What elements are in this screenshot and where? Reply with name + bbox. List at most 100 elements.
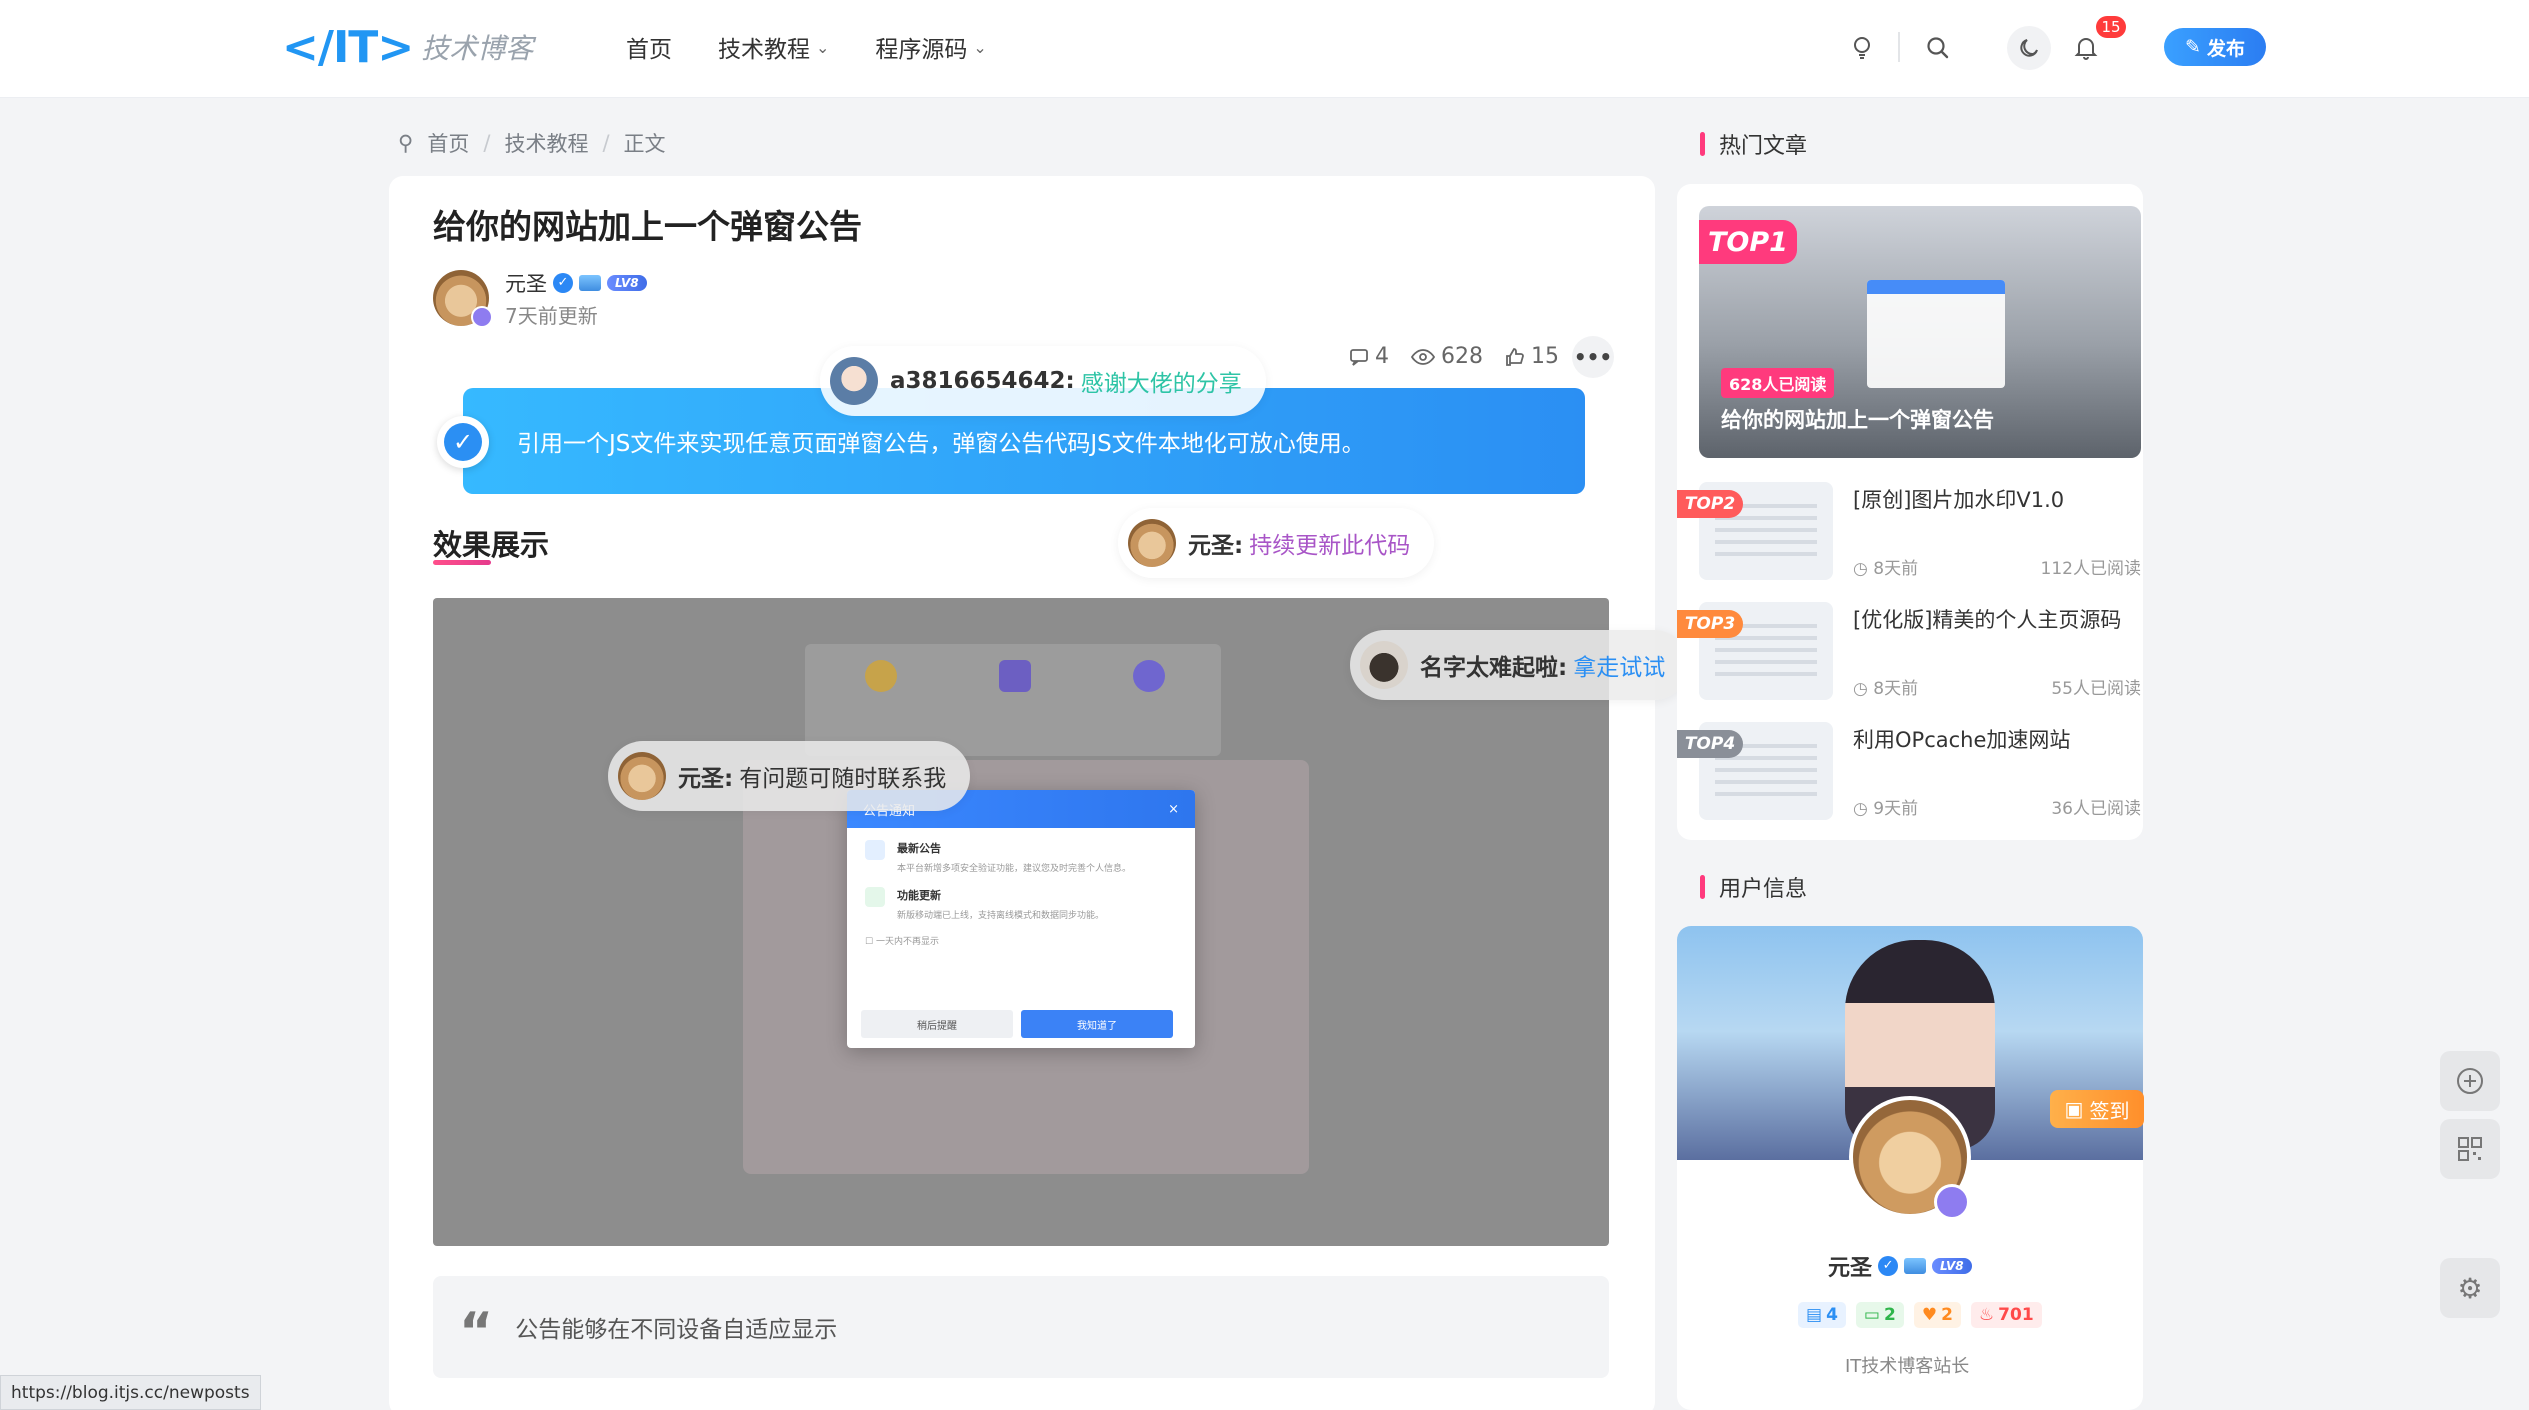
comments-count-value: 2 xyxy=(1883,1305,1896,1325)
view-count-value: 628 xyxy=(1441,344,1483,369)
publish-label: 发布 xyxy=(2206,37,2245,60)
level-badge: LV8 xyxy=(607,275,647,291)
qrcode-button[interactable] xyxy=(2440,1119,2500,1179)
view-count: 628 xyxy=(1411,344,1483,369)
quote-text: 公告能够在不同设备自适应显示 xyxy=(515,1317,838,1343)
update-icon xyxy=(865,887,885,907)
likes-count[interactable]: ♥ 2 xyxy=(1913,1302,1961,1328)
search-icon[interactable] xyxy=(1918,28,1958,68)
commenter-avatar xyxy=(1128,519,1176,567)
danmaku-user: 元圣: xyxy=(678,766,734,792)
main-nav: 首页 技术教程 ⌄ 程序源码 ⌄ xyxy=(626,30,987,64)
close-icon: × xyxy=(1168,801,1179,817)
hot-article-item[interactable]: TOP2 [原创]图片加水印V1.0 ◷ 8天前 112人已阅读 xyxy=(1677,482,2141,580)
likes-count-value: 2 xyxy=(1941,1305,1953,1325)
breadcrumb-category[interactable]: 技术教程 xyxy=(504,128,588,158)
heading-accent-bar xyxy=(1700,132,1705,156)
user-role: IT技术博客站长 xyxy=(1845,1356,1970,1377)
author-name[interactable]: 元圣 xyxy=(505,268,547,298)
checkin-label: 签到 xyxy=(2089,1098,2130,1123)
header-divider xyxy=(1898,32,1900,62)
qrcode-icon xyxy=(2458,1137,2482,1161)
author-info: 元圣 ✓ LV8 xyxy=(505,268,647,298)
user-name-row: 元圣 ✓ LV8 xyxy=(1828,1250,1972,1282)
plus-circle-icon xyxy=(2457,1068,2483,1094)
notification-badge: 15 xyxy=(2096,16,2126,38)
comment-count-value: 4 xyxy=(1375,344,1389,369)
breadcrumb-home[interactable]: 首页 xyxy=(427,128,469,158)
breadcrumb-separator: / xyxy=(602,131,610,155)
user-info-heading: 用户信息 xyxy=(1700,871,1807,903)
heading-accent-bar xyxy=(1700,875,1705,899)
add-button[interactable] xyxy=(2440,1051,2500,1111)
danmaku-message: 拿走试试 xyxy=(1573,655,1666,681)
logo-subtitle: 技术博客 xyxy=(421,32,534,65)
pencil-icon: ✎ xyxy=(2185,36,2201,58)
section-underline xyxy=(433,560,491,565)
posts-count[interactable]: ▤ 4 xyxy=(1798,1302,1846,1328)
top3-tag: TOP3 xyxy=(1677,610,1743,638)
moon-icon xyxy=(2020,39,2038,57)
top1-read-count: 628人已阅读 xyxy=(1721,368,1835,398)
danmaku-message: 感谢大佬的分享 xyxy=(1080,371,1242,397)
lightbulb-icon[interactable] xyxy=(1842,28,1882,68)
preview-icon xyxy=(1133,660,1165,692)
settings-button[interactable]: ⚙ xyxy=(2440,1258,2500,1318)
preview-icon xyxy=(865,660,897,692)
time-value: 8天前 xyxy=(1873,559,1919,579)
modal-buttons: 稍后提醒 我知道了 xyxy=(861,1010,1173,1038)
hot-count[interactable]: ♨ 701 xyxy=(1970,1302,2042,1328)
hot-article-item[interactable]: TOP3 [优化版]精美的个人主页源码 ◷ 8天前 55人已阅读 xyxy=(1677,602,2141,700)
dark-mode-toggle[interactable] xyxy=(2007,26,2051,70)
hot-article-item[interactable]: TOP4 利用OPcache加速网站 ◷ 9天前 36人已阅读 xyxy=(1677,722,2141,820)
comment-icon xyxy=(1350,348,1368,366)
breadcrumb: ⚲ 首页 / 技术教程 / 正文 xyxy=(398,128,666,158)
danmaku-message: 有问题可随时联系我 xyxy=(739,766,947,792)
modal-item: 功能更新新版移动端已上线，支持离线模式和数据同步功能。 xyxy=(847,875,1195,922)
danmaku-bubble: 元圣: 持续更新此代码 xyxy=(1118,508,1435,578)
chevron-down-icon: ⌄ xyxy=(816,37,830,57)
article-title: 给你的网站加上一个弹窗公告 xyxy=(433,207,862,246)
eye-icon xyxy=(1411,348,1435,365)
hot-article-title: 利用OPcache加速网站 xyxy=(1853,728,2071,752)
hot-articles-title: 热门文章 xyxy=(1719,134,1808,159)
danmaku-user: a3816654642: xyxy=(890,368,1075,394)
logo-mark: </IT> xyxy=(282,21,414,73)
nav-tutorials[interactable]: 技术教程 ⌄ xyxy=(718,30,829,64)
notice-icon xyxy=(865,840,885,860)
status-bar-url: https://blog.itjs.cc/newposts xyxy=(0,1375,261,1410)
nav-source-code[interactable]: 程序源码 ⌄ xyxy=(875,30,986,64)
summary-text: 引用一个JS文件来实现任意页面弹窗公告，弹窗公告代码JS文件本地化可放心使用。 xyxy=(517,431,1365,457)
hot-articles-heading: 热门文章 xyxy=(1700,128,1807,160)
user-name[interactable]: 元圣 xyxy=(1828,1250,1872,1282)
top1-article[interactable]: TOP1 628人已阅读 给你的网站加上一个弹窗公告 xyxy=(1699,206,2141,458)
top1-thumbnail xyxy=(1867,280,2005,388)
modal-item-title: 功能更新 xyxy=(897,889,941,902)
comment-count[interactable]: 4 xyxy=(1349,344,1389,369)
top4-tag: TOP4 xyxy=(1677,730,1743,758)
checkin-button[interactable]: ▣ 签到 xyxy=(2050,1090,2144,1128)
quote-icon: “ xyxy=(459,1302,494,1362)
author-avatar[interactable] xyxy=(433,270,493,328)
danmaku-bubble: 名字太难起啦: 拿走试试 xyxy=(1350,630,1690,700)
modal-checkbox: ☐ 一天内不再显示 xyxy=(865,937,939,947)
user-info-title: 用户信息 xyxy=(1719,877,1808,902)
like-count[interactable]: 15 xyxy=(1505,344,1559,369)
danmaku-user: 元圣: xyxy=(1188,533,1244,559)
user-stats: ▤ 4 ▭ 2 ♥ 2 ♨ 701 xyxy=(1798,1302,2042,1328)
hot-article-reads: 112人已阅读 xyxy=(2040,559,2141,579)
more-options-button[interactable]: ••• xyxy=(1572,336,1614,378)
nav-home[interactable]: 首页 xyxy=(626,30,672,64)
modal-item-desc: 新版移动端已上线，支持离线模式和数据同步功能。 xyxy=(897,911,1105,921)
hot-articles-card: TOP1 628人已阅读 给你的网站加上一个弹窗公告 TOP2 [原创]图片加水… xyxy=(1677,184,2143,840)
site-logo[interactable]: </IT> 技术博客 xyxy=(282,21,534,73)
publish-button[interactable]: ✎ 发布 xyxy=(2164,28,2266,66)
calendar-icon: ▣ xyxy=(2064,1097,2084,1121)
article-stats: 4 628 15 xyxy=(1349,344,1559,369)
hot-article-time: ◷ 8天前 xyxy=(1853,559,1919,579)
comments-count[interactable]: ▭ 2 xyxy=(1855,1302,1904,1328)
summary-check-icon: ✓ xyxy=(437,416,489,468)
nav-tutorials-label: 技术教程 xyxy=(718,37,810,63)
thumbs-up-icon xyxy=(1506,347,1524,366)
time-value: 8天前 xyxy=(1873,679,1919,699)
